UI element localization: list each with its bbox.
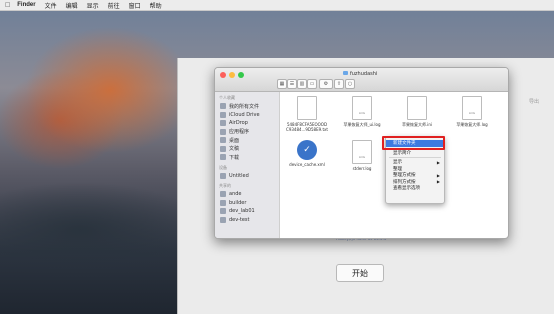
file-item[interactable]: LOG 苹果恢复大师.log [445,96,499,127]
airdrop-icon [220,120,226,127]
log-file-icon: LOG [352,96,372,120]
finder-window: fuzhudashi ▦ ☰ ▥ ▭ ⚙ ⇪ ○ 个人收藏 我的所有文件 iCl… [214,67,509,239]
menu-window[interactable]: 窗口 [129,1,141,10]
file-item[interactable]: 5484F8CFA5EOOOD C93484...9D58E9.txt [280,96,334,132]
zoom-button[interactable] [238,72,244,78]
annotation-highlight-box [382,136,445,150]
downloads-icon [220,154,226,161]
column-view-button[interactable]: ▥ [297,79,307,89]
menu-file[interactable]: 文件 [45,1,57,10]
cloud-icon [220,111,226,118]
start-button[interactable]: 开始 [336,264,384,282]
sidebar-item-documents[interactable]: 文稿 [215,145,279,154]
submenu-arrow-icon: ▶ [436,159,440,165]
computer-icon [220,199,226,206]
applications-icon [220,128,226,135]
document-icon [407,96,427,120]
menu-edit[interactable]: 编辑 [66,1,78,10]
log-file-icon: LOG [352,140,372,164]
export-label[interactable]: 导出 [529,98,539,105]
xml-file-icon: ✓ [297,140,317,160]
sidebar-heading-favorites: 个人收藏 [219,95,235,100]
menu-separator [389,157,441,158]
menu-bar:  Finder 文件 编辑 显示 前往 窗口 帮助 [0,0,554,11]
gallery-view-button[interactable]: ▭ [307,79,317,89]
finder-sidebar: 个人收藏 我的所有文件 iCloud Drive AirDrop 应用程序 桌面… [215,92,280,238]
list-view-button[interactable]: ☰ [287,79,297,89]
file-item[interactable]: LOG 苹果恢复大师_ui.log [335,96,389,127]
sidebar-item-applications[interactable]: 应用程序 [215,128,279,137]
action-gear-icon[interactable]: ⚙ [319,79,333,89]
window-title: fuzhudashi [343,71,377,77]
sidebar-item-airdrop[interactable]: AirDrop [215,119,279,128]
log-file-icon: LOG [462,96,482,120]
menu-item-view-options[interactable]: 查看显示选项 [386,185,444,192]
file-item[interactable]: LOG stderr.log [335,140,389,171]
submenu-arrow-icon: ▶ [436,172,440,178]
sidebar-item-icloud[interactable]: iCloud Drive [215,111,279,120]
menu-item-get-info[interactable]: 显示简介 [386,150,444,157]
sidebar-item-all-files[interactable]: 我的所有文件 [215,102,279,111]
menu-help[interactable]: 帮助 [150,1,162,10]
sidebar-item-dev-test[interactable]: dev-test [215,216,279,225]
sidebar-item-builder[interactable]: builder [215,199,279,208]
computer-icon [220,216,226,223]
tag-icon[interactable]: ○ [345,79,355,89]
sidebar-item-dev-lab01[interactable]: dev_lab01 [215,207,279,216]
sidebar-item-ande[interactable]: ande [215,190,279,199]
icon-view-button[interactable]: ▦ [277,79,287,89]
apple-menu-icon[interactable]:  [5,2,10,9]
share-icon[interactable]: ⇪ [334,79,344,89]
sidebar-heading-devices: 设备 [219,164,227,170]
sidebar-heading-shared: 共享的 [219,183,231,188]
finder-titlebar: fuzhudashi ▦ ☰ ▥ ▭ ⚙ ⇪ ○ [215,68,508,92]
computer-icon [220,191,226,198]
document-icon [297,96,317,120]
documents-icon [220,145,226,152]
computer-icon [220,208,226,215]
folder-icon [343,71,348,75]
menu-go[interactable]: 前往 [108,1,120,10]
file-item[interactable]: 苹果恢复大师.ini [390,96,444,127]
menu-finder[interactable]: Finder [17,2,35,8]
close-button[interactable] [220,72,226,78]
file-item[interactable]: ✓ device_cache.xml [280,140,334,167]
desktop-icon [220,137,226,144]
all-files-icon [220,103,226,110]
sidebar-item-desktop[interactable]: 桌面 [215,136,279,145]
sidebar-item-untitled[interactable]: Untitled [215,172,279,181]
disk-icon [220,172,226,179]
menu-view[interactable]: 显示 [87,1,99,10]
sidebar-item-downloads[interactable]: 下载 [215,153,279,162]
minimize-button[interactable] [229,72,235,78]
submenu-arrow-icon: ▶ [436,179,440,185]
